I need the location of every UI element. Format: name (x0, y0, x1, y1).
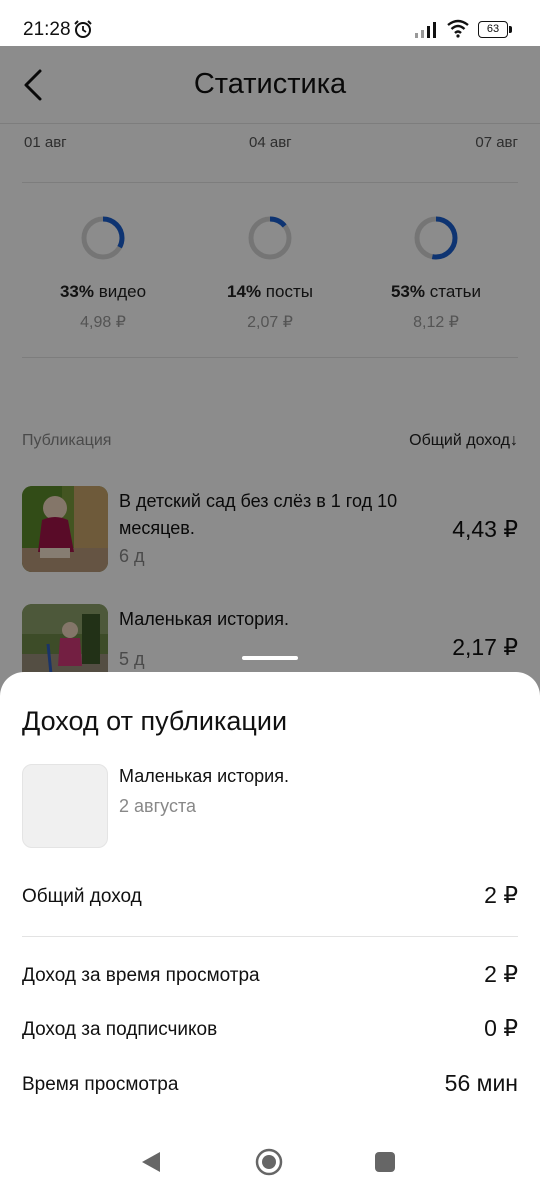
row-value: 56 мин (444, 1070, 518, 1096)
watch-time-income-row: Доход за время просмотра 2 ₽ (22, 961, 518, 991)
battery-icon: 63 (478, 21, 508, 38)
total-income-row: Общий доход 2 ₽ (22, 882, 518, 912)
publication-income-sheet: Доход от публикации Маленькая история. 2… (0, 672, 540, 1200)
divider (22, 936, 518, 937)
home-circle-icon[interactable] (255, 1148, 283, 1176)
row-label: Общий доход (22, 886, 142, 907)
back-triangle-icon[interactable] (140, 1150, 162, 1174)
system-nav-bar (0, 1130, 540, 1200)
watch-time-row: Время просмотра 56 мин (22, 1070, 518, 1100)
sheet-publication-title: Маленькая история. (119, 766, 289, 786)
row-value: 0 ₽ (484, 1015, 518, 1041)
row-label: Доход за подписчиков (22, 1019, 218, 1040)
signal-icon (415, 22, 436, 38)
row-value: 2 ₽ (484, 961, 518, 987)
publication-thumbnail-placeholder (22, 764, 108, 848)
sheet-drag-handle[interactable] (242, 656, 298, 660)
status-time: 21:28 (23, 19, 71, 40)
row-value: 2 ₽ (484, 882, 518, 908)
status-bar: 21:28 63 (0, 0, 540, 46)
subscriber-income-row: Доход за подписчиков 0 ₽ (22, 1015, 518, 1045)
recents-square-icon[interactable] (375, 1152, 395, 1172)
row-label: Время просмотра (22, 1074, 179, 1095)
wifi-icon (447, 19, 469, 38)
row-label: Доход за время просмотра (22, 965, 260, 986)
battery-tip (509, 26, 512, 33)
sheet-title: Доход от публикации (22, 706, 288, 736)
alarm-icon (74, 20, 92, 38)
sheet-publication-date: 2 августа (119, 796, 197, 816)
